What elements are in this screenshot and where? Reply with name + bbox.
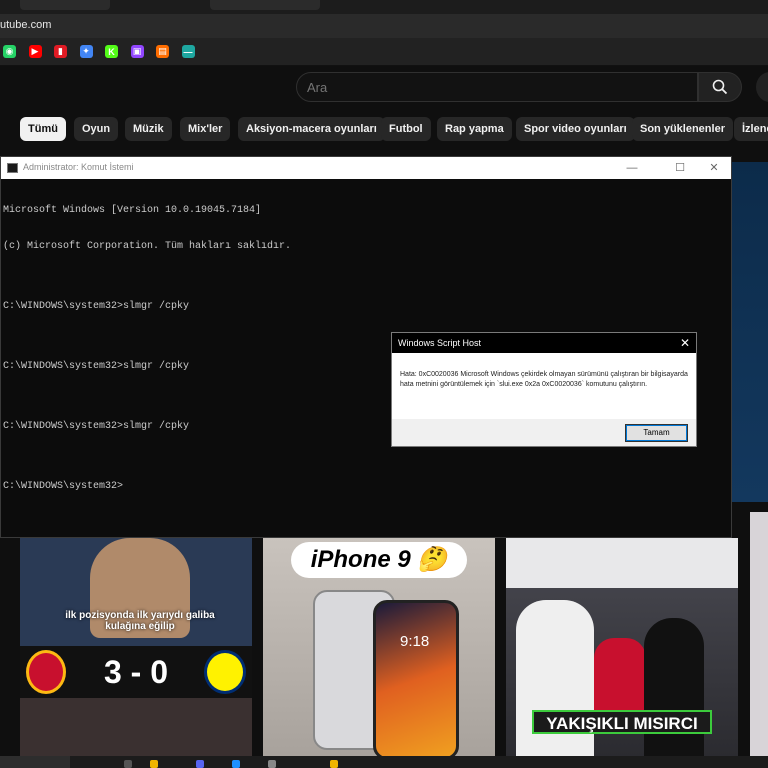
console-line: (c) Microsoft Corporation. Tüm hakları s… — [3, 241, 292, 252]
chip-watched[interactable]: İzlene — [734, 117, 768, 141]
script-host-dialog: Windows Script Host ✕ Hata: 0xC0020036 M… — [391, 332, 697, 447]
youtube-icon[interactable]: ▶ — [28, 45, 42, 58]
cmd-scrollbar[interactable] — [719, 179, 731, 537]
close-icon[interactable]: ✕ — [699, 160, 729, 176]
search-box[interactable] — [296, 72, 698, 102]
minimize-icon[interactable]: — — [617, 160, 647, 176]
fenerbahce-logo-icon — [204, 650, 246, 694]
video-thumbnail-partial[interactable] — [732, 162, 768, 502]
cmd-window-title: Administrator: Komut İstemi — [23, 162, 134, 172]
thumbnail-awning — [506, 538, 738, 588]
thumbnail-title: iPhone 9 — [310, 546, 411, 573]
iphone-front-image: 9:18 — [373, 600, 459, 756]
gemini-icon[interactable]: ✦ — [79, 45, 93, 58]
dialog-body: Hata: 0xC0020036 Microsoft Windows çekir… — [392, 353, 696, 419]
taskbar-app-icon[interactable] — [232, 760, 240, 768]
video-thumbnail[interactable]: iPhone 9 🤔 9:18 — [263, 538, 495, 756]
dialog-titlebar[interactable]: Windows Script Host ✕ — [392, 333, 696, 353]
dialog-close-icon[interactable]: ✕ — [678, 336, 692, 350]
thumbnail-caption: ilk pozisyonda ilk yarıydı galiba kulağı… — [65, 610, 215, 632]
thumbnail-caption: YAKIŞIKLI MISIRCI — [532, 710, 712, 734]
taskbar-search[interactable] — [0, 756, 70, 768]
cmd-titlebar[interactable]: Administrator: Komut İstemi — ☐ ✕ — [1, 157, 731, 179]
galatasaray-logo-icon — [26, 650, 66, 694]
chip-football[interactable]: Futbol — [381, 117, 431, 141]
chip-mixes[interactable]: Mix'ler — [180, 117, 231, 141]
console-prompt: C:\WINDOWS\system32> — [3, 481, 124, 492]
console-line: C:\WINDOWS\system32>slmgr /cpky — [3, 301, 190, 312]
search-icon — [712, 79, 728, 95]
console-line: Microsoft Windows [Version 10.0.19045.71… — [3, 205, 262, 216]
maximize-icon[interactable]: ☐ — [665, 160, 695, 176]
dialog-message: Hata: 0xC0020036 Microsoft Windows çekir… — [400, 371, 688, 388]
address-bar-url: utube.com — [0, 19, 52, 31]
video-thumbnail[interactable]: YAKIŞIKLI MISIRCI — [506, 538, 738, 756]
taskbar-app-icon[interactable] — [124, 760, 132, 768]
thinking-emoji-icon: 🤔 — [417, 546, 448, 573]
browser-tabstrip — [0, 0, 768, 14]
thumbnail-title-badge: iPhone 9 🤔 — [291, 542, 467, 578]
search-button[interactable] — [698, 72, 742, 102]
chip-recently-uploaded[interactable]: Son yüklenenler — [632, 117, 733, 141]
chip-sports-games[interactable]: Spor video oyunları — [516, 117, 635, 141]
browser-tab[interactable] — [210, 0, 320, 10]
bookmark-teal-icon[interactable]: — — [181, 45, 195, 58]
video-thumbnail[interactable]: ilk pozisyonda ilk yarıydı galiba kulağı… — [20, 538, 252, 756]
chip-music[interactable]: Müzik — [125, 117, 172, 141]
taskbar-app-icon[interactable] — [196, 760, 204, 768]
address-bar[interactable]: utube.com — [0, 14, 768, 38]
chip-gaming[interactable]: Oyun — [74, 117, 119, 141]
cmd-app-icon — [7, 163, 18, 173]
ok-button[interactable]: Tamam — [625, 424, 688, 442]
chip-all[interactable]: Tümü — [20, 117, 66, 141]
browser-tab[interactable] — [20, 0, 110, 10]
category-chips: Tümü Oyun Müzik Mix'ler Aksiyon-macera o… — [0, 114, 768, 144]
search-input[interactable] — [297, 73, 697, 101]
taskbar-app-icon[interactable] — [268, 760, 276, 768]
taskbar-app-icon[interactable] — [150, 760, 158, 768]
match-score: 3 - 0 — [103, 654, 169, 690]
whatsapp-icon[interactable]: ◉ — [3, 45, 16, 58]
taskbar-app-icon[interactable] — [330, 760, 338, 768]
thumbnail-lower-image — [20, 698, 252, 756]
video-thumbnail-partial[interactable] — [750, 512, 768, 756]
iphone-clock: 9:18 — [400, 633, 430, 650]
taskbar — [0, 756, 768, 768]
twitch-icon[interactable]: ▣ — [130, 45, 144, 58]
kick-icon[interactable]: K — [105, 45, 118, 58]
bookmark-orange-icon[interactable]: ▤ — [156, 45, 169, 58]
dialog-title: Windows Script Host — [398, 338, 482, 348]
bookmark-red-icon[interactable]: ▮ — [54, 45, 67, 58]
chip-action-adventure[interactable]: Aksiyon-macera oyunları — [238, 117, 385, 141]
score-banner: 3 - 0 — [20, 646, 252, 698]
chip-rap[interactable]: Rap yapma — [437, 117, 512, 141]
